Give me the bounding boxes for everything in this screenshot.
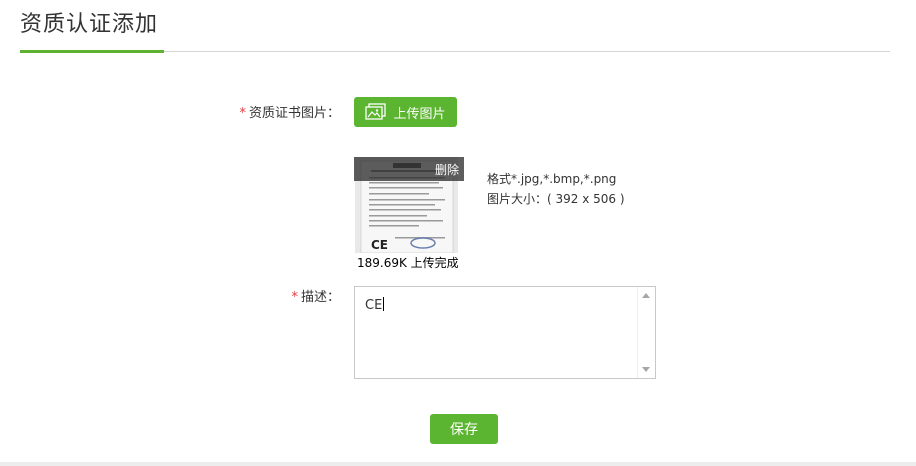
upload-button-label: 上传图片 bbox=[393, 106, 446, 122]
size-hint: 图片大小：( 392 x 506 ) bbox=[487, 192, 625, 206]
scroll-up-icon[interactable] bbox=[642, 293, 650, 298]
thumbnail-overlay: 删除 bbox=[354, 157, 464, 181]
upload-status: 189.69K 上传完成 bbox=[357, 256, 459, 270]
description-text: CE bbox=[365, 297, 385, 313]
cert-image-label-row: * 资质证书图片： bbox=[200, 102, 340, 121]
textarea-scrollbar[interactable] bbox=[637, 287, 655, 378]
page-header: 资质认证添加 bbox=[20, 0, 890, 53]
text-caret bbox=[383, 297, 385, 311]
svg-text:CE: CE bbox=[371, 238, 388, 252]
required-mark: * bbox=[291, 290, 298, 305]
delete-image-button[interactable]: 删除 bbox=[435, 161, 459, 178]
title-underline bbox=[20, 50, 164, 53]
scroll-down-icon[interactable] bbox=[642, 367, 650, 372]
page-title: 资质认证添加 bbox=[20, 12, 159, 37]
bottom-divider bbox=[0, 462, 916, 466]
description-label: 描述： bbox=[300, 290, 340, 305]
uploaded-thumbnail: CE 删除 189.69K 上传完成 bbox=[354, 157, 464, 270]
required-mark: * bbox=[239, 106, 246, 121]
save-button[interactable]: 保存 bbox=[430, 414, 498, 444]
description-label-row: * 描述： bbox=[250, 286, 340, 305]
format-hint: 格式*.jpg,*.bmp,*.png bbox=[487, 172, 617, 186]
image-upload-icon bbox=[365, 103, 387, 120]
upload-image-button[interactable]: 上传图片 bbox=[354, 97, 457, 127]
format-info: 格式*.jpg,*.bmp,*.png 图片大小：( 392 x 506 ) bbox=[487, 169, 625, 209]
description-textarea[interactable]: CE bbox=[354, 286, 656, 379]
cert-image-label: 资质证书图片： bbox=[248, 106, 340, 121]
